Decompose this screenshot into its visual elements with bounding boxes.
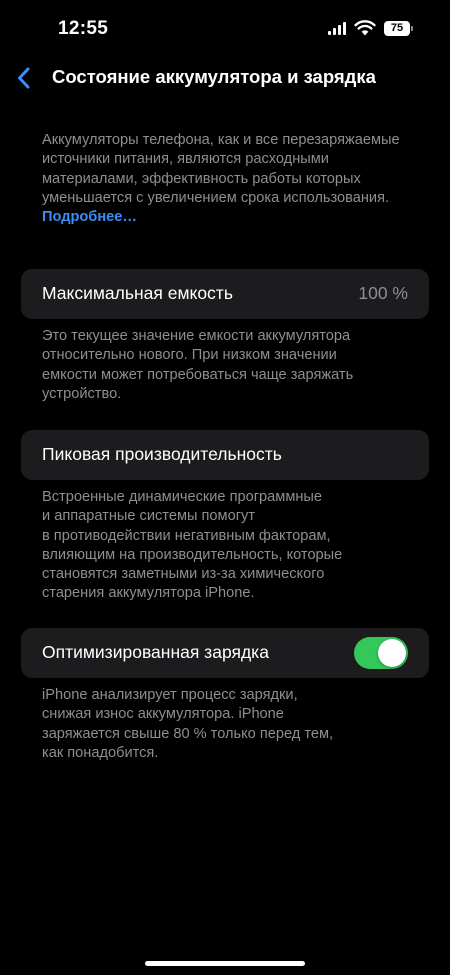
battery-icon: 75	[384, 20, 413, 36]
max-capacity-value: 100 %	[358, 283, 408, 303]
cellular-signal-icon	[328, 21, 346, 35]
status-bar: 12:55 75	[0, 0, 450, 60]
learn-more-link[interactable]: Подробнее…	[42, 208, 422, 227]
toggle-knob	[378, 639, 406, 667]
peak-performance-row: Пиковая производительность	[21, 430, 429, 480]
status-icons: 75	[328, 20, 413, 36]
nav-bar: Состояние аккумулятора и зарядка	[0, 60, 450, 96]
chevron-left-icon	[17, 67, 29, 89]
max-capacity-label: Максимальная емкость	[42, 283, 233, 303]
wifi-icon	[354, 20, 376, 36]
optimized-charging-footnote: iPhone анализирует процесс зарядки, сниж…	[42, 687, 334, 761]
home-indicator[interactable]	[145, 961, 305, 966]
optimized-charging-row: Оптимизированная зарядка	[21, 628, 429, 678]
optimized-charging-toggle[interactable]	[354, 637, 408, 669]
peak-performance-footnote: Встроенные динамические программные и ап…	[42, 489, 343, 602]
status-time: 12:55	[58, 18, 109, 39]
intro-description: Аккумуляторы телефона, как и все перезар…	[42, 131, 422, 227]
battery-level: 75	[390, 21, 404, 34]
back-button[interactable]	[10, 62, 36, 94]
peak-performance-label: Пиковая производительность	[42, 444, 282, 464]
max-capacity-footnote: Это текущее значение емкости аккумулятор…	[42, 328, 354, 402]
max-capacity-row: Максимальная емкость 100 %	[21, 269, 429, 319]
page-title: Состояние аккумулятора и зарядка	[52, 66, 376, 87]
intro-text: Аккумуляторы телефона, как и все перезар…	[42, 132, 400, 206]
optimized-charging-label: Оптимизированная зарядка	[42, 642, 269, 662]
